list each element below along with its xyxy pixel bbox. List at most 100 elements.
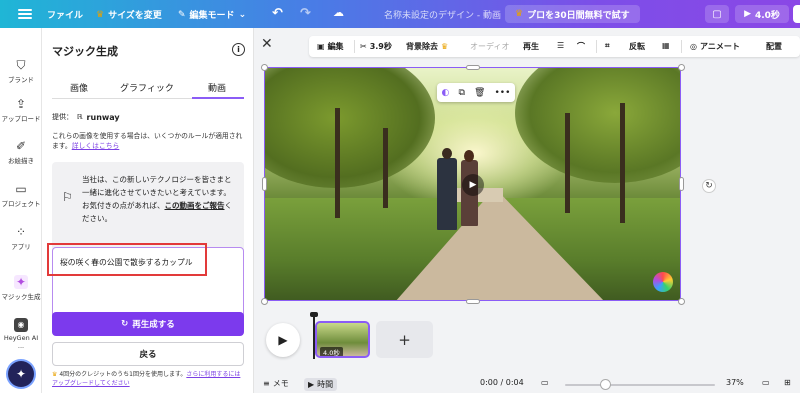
share-button-edge[interactable] [793, 5, 800, 23]
rail-item-heygen[interactable]: ◉ HeyGen AI ... [0, 318, 42, 350]
timer-icon: ▶ [308, 380, 315, 389]
feedback-text: 当社は、この新しいテクノロジーを皆さまと一緒に進化させていきたいと考えています。… [82, 173, 238, 225]
resize-handle[interactable] [679, 177, 684, 191]
tree-trunk [620, 103, 625, 223]
edit-mode-dropdown[interactable]: ✎ 編集モード ⌄ [178, 8, 247, 22]
resize-handle[interactable] [466, 299, 480, 304]
rail-item-apps[interactable]: ⁘ アプリ [0, 225, 42, 251]
playback-button[interactable]: 再生 [523, 41, 539, 52]
timer-button[interactable]: ▶ 時間 [304, 378, 338, 391]
notes-button[interactable]: ≡ メモ [263, 378, 289, 389]
report-video-link[interactable]: この動画をご報告 [165, 201, 225, 210]
video-play-icon[interactable]: ▶ [462, 174, 484, 196]
bg-remove-label: 背景除去 [406, 42, 438, 51]
magic-edit-icon[interactable]: ◐ [442, 88, 450, 98]
line-style-icon[interactable]: ☰ [557, 41, 564, 50]
transparency-icon[interactable]: ▦ [662, 41, 670, 50]
play-time: 4.0秒 [754, 10, 780, 21]
rail-label: プロジェクト [1, 200, 41, 208]
chevron-down-icon: ⌄ [238, 9, 247, 20]
rail-item-brand[interactable]: ⛉ ブランド [0, 58, 42, 84]
redo-icon[interactable]: ↷ [300, 6, 311, 21]
divider [596, 40, 597, 53]
resize-handle[interactable] [261, 64, 268, 71]
comment-icon[interactable]: ▢ [705, 5, 729, 23]
screen-icon[interactable]: ▭ [541, 378, 549, 387]
bg-remove-button[interactable]: 背景除去 ♛ [406, 41, 448, 52]
animate-icon: ◎ [690, 42, 697, 51]
more-icon[interactable]: ••• [495, 88, 511, 98]
add-clip-button[interactable]: + [376, 321, 433, 358]
zoom-level[interactable]: 37% [726, 378, 744, 387]
heygen-icon: ◉ [14, 318, 28, 332]
resize-handle[interactable] [261, 298, 268, 305]
context-toolbar: ▣ 編集 ✂ 3.9秒 背景除去 ♛ オーディオ 再生 ☰ ⌒ ⌗ 反転 ▦ ◎ アニメ… [309, 36, 800, 57]
crop-icon[interactable]: ⌗ [605, 41, 610, 51]
info-icon[interactable]: i [232, 43, 245, 56]
animate-label: アニメート [699, 42, 740, 51]
timeline-play-button[interactable]: ▶ [266, 323, 300, 357]
left-rail: ⛉ ブランド ⇪ アップロード ✐ お絵描き ▭ プロジェクト ⁘ アプリ ✦ マジック生成… [0, 28, 42, 393]
resize-handle[interactable] [678, 298, 685, 305]
undo-icon[interactable]: ↶ [272, 6, 283, 21]
document-title[interactable]: 名称未設定のデザイン - 動画 [384, 8, 501, 21]
play-button[interactable]: ▶ 4.0秒 [735, 5, 789, 23]
timecode: 0:00 / 0:04 [480, 378, 524, 387]
edit-label: 編集 [327, 42, 344, 51]
rail-item-projects[interactable]: ▭ プロジェクト [0, 182, 42, 208]
back-button[interactable]: 戻る [52, 342, 244, 366]
resize-button[interactable]: ♛ サイズを変更 [96, 8, 162, 22]
cloud-save-icon[interactable]: ☁ [333, 6, 344, 19]
man-head [442, 148, 452, 159]
regenerate-label: 再生成する [132, 320, 175, 330]
magic-assistant-icon[interactable]: ✦ [8, 361, 34, 387]
audio-button[interactable]: オーディオ [470, 41, 509, 52]
file-menu[interactable]: ファイル [47, 8, 83, 21]
trim-button[interactable]: ✂ 3.9秒 [360, 41, 392, 52]
timeline-clip[interactable]: 4.0秒 [315, 321, 370, 358]
resize-handle[interactable] [466, 65, 480, 70]
rail-label: マジック生成 [1, 293, 41, 301]
edit-button[interactable]: ▣ 編集 [317, 41, 344, 52]
rail-item-draw[interactable]: ✐ お絵描き [0, 139, 42, 165]
regenerate-button[interactable]: ↻ 再生成する [52, 312, 244, 336]
grid-view-icon[interactable]: ⊞ [784, 378, 791, 387]
crown-icon: ♛ [441, 42, 449, 51]
learn-more-link[interactable]: 詳しくはこちら [72, 142, 120, 150]
draw-icon: ✐ [15, 139, 27, 153]
flip-button[interactable]: 反転 [629, 41, 645, 52]
apps-icon: ⁘ [15, 225, 27, 239]
duplicate-icon[interactable]: ⧉ [458, 88, 464, 98]
corner-radius-icon[interactable]: ⌒ [577, 41, 585, 52]
color-wheel-icon[interactable] [653, 272, 673, 292]
resize-handle[interactable] [678, 64, 685, 71]
woman-head [464, 150, 474, 162]
credit-notice: ♛ 4回分のクレジットのうち1回分を使用します。さらに利用するにはアップグレード… [52, 370, 242, 388]
pro-trial-button[interactable]: ♛ プロを30日間無料で試す [505, 5, 640, 23]
rail-item-upload[interactable]: ⇪ アップロード [0, 97, 42, 123]
rail-item-magic-generate[interactable]: ✦ マジック生成 [0, 275, 42, 301]
arrange-button[interactable]: 配置 [766, 41, 782, 52]
rail-label: お絵描き [8, 157, 34, 165]
resize-handle[interactable] [262, 177, 267, 191]
rotate-icon[interactable]: ↻ [702, 179, 716, 193]
tab-image[interactable]: 画像 [70, 81, 88, 94]
element-float-menu: ◐ ⧉ 🗑 ••• [437, 83, 515, 102]
rail-label: ブランド [8, 76, 34, 84]
zoom-slider-knob[interactable] [600, 379, 611, 390]
close-panel-icon[interactable]: ✕ [261, 36, 273, 52]
active-tab-indicator [192, 97, 244, 99]
provider-label: 提供： [52, 113, 73, 121]
fit-page-icon[interactable]: ▭ [762, 378, 770, 387]
video-canvas[interactable]: ▶ [264, 67, 681, 301]
tab-graphic[interactable]: グラフィック [120, 81, 174, 94]
provider-line: 提供： ℝ runway [52, 112, 120, 122]
trash-icon[interactable]: 🗑 [474, 88, 485, 98]
runway-logo-icon: ℝ [77, 113, 83, 121]
top-bar: ファイル ♛ サイズを変更 ✎ 編集モード ⌄ ↶ ↷ ☁ 名称未設定のデザイン - … [0, 0, 800, 28]
animate-button[interactable]: ◎ アニメート [690, 41, 740, 52]
menu-icon[interactable] [18, 9, 32, 19]
tab-video[interactable]: 動画 [208, 81, 226, 94]
folder-icon: ▭ [15, 182, 27, 196]
zoom-slider[interactable] [565, 384, 715, 386]
